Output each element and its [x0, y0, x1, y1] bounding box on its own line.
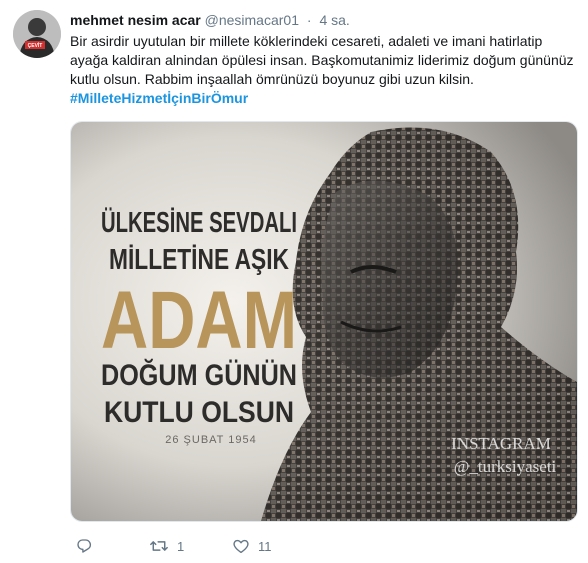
- tweet-text-block: Bir asirdir uyutulan bir millete kökleri…: [70, 32, 582, 108]
- heart-icon: [232, 537, 250, 555]
- watermark-title: INSTAGRAM: [451, 434, 551, 453]
- tweet-text: Bir asirdir uyutulan bir millete kökleri…: [70, 33, 574, 87]
- tweet-header: mehmet nesim acar @nesimacar01 · 4 sa.: [70, 11, 350, 29]
- retweet-icon: [149, 537, 169, 555]
- tweet-media-image[interactable]: ÜLKESİNE SEVDALI MİLLETİNE AŞIK ADAM DOĞ…: [70, 121, 578, 522]
- poster-line-3: ADAM: [101, 275, 297, 366]
- author-handle[interactable]: @nesimacar01: [205, 12, 299, 28]
- like-count: 11: [258, 538, 272, 554]
- retweet-count: 1: [177, 538, 185, 554]
- poster-line-4: DOĞUM GÜNÜN: [101, 358, 297, 392]
- poster-line-2: MİLLETİNE AŞIK: [109, 244, 289, 276]
- reply-button[interactable]: [75, 535, 93, 557]
- watermark-handle: @_turksiyaseti: [454, 457, 557, 476]
- poster-date: 26 ŞUBAT 1954: [165, 434, 256, 446]
- avatar-badge: ÇEVİT: [28, 42, 43, 49]
- separator: ·: [306, 12, 312, 28]
- tweet-actions: 1 11: [70, 535, 370, 557]
- author-name[interactable]: mehmet nesim acar: [70, 12, 201, 28]
- retweet-button[interactable]: 1: [149, 535, 184, 557]
- poster-line-1: ÜLKESİNE SEVDALI: [101, 206, 297, 239]
- hashtag-link[interactable]: #MilleteHizmetİçinBirÖmur: [70, 89, 582, 108]
- reply-icon: [75, 537, 93, 555]
- tweet-time[interactable]: 4 sa.: [319, 12, 349, 28]
- tweet: ÇEVİT mehmet nesim acar @nesimacar01 · 4…: [0, 0, 588, 563]
- poster-line-5: KUTLU OLSUN: [104, 396, 294, 429]
- like-button[interactable]: 11: [232, 535, 272, 557]
- avatar[interactable]: ÇEVİT: [13, 10, 61, 58]
